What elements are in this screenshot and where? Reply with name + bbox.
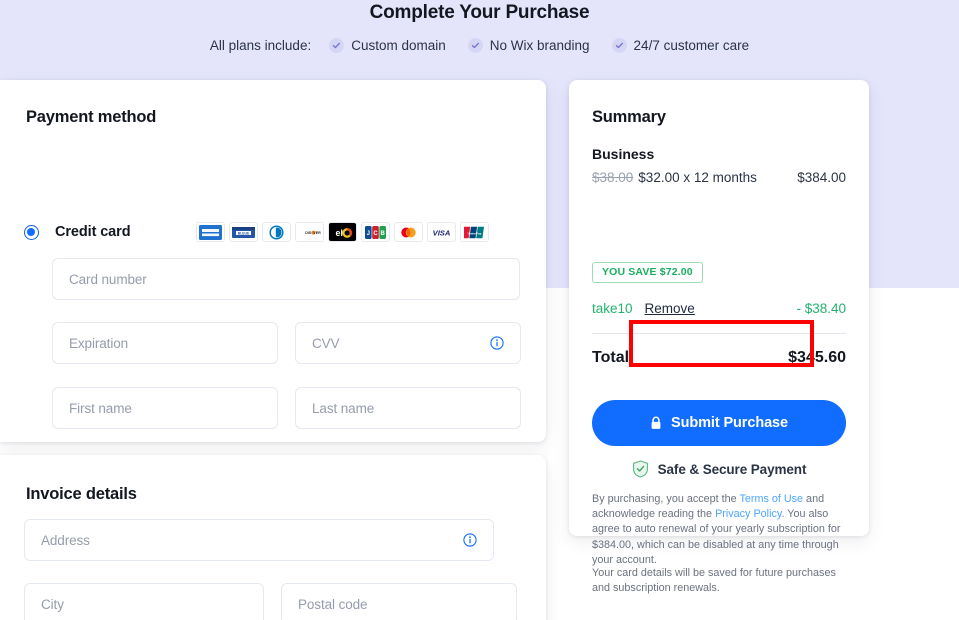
- city-input[interactable]: City: [24, 583, 264, 620]
- card-save-notice: Your card details will be saved for futu…: [592, 567, 836, 595]
- discover-icon: DISC VER: [295, 222, 324, 242]
- last-name-placeholder: Last name: [312, 400, 375, 416]
- credit-card-label: Credit card: [55, 224, 131, 240]
- summary-price-row: $38.00 $32.00 x 12 months $384.00: [592, 170, 846, 185]
- cvv-input[interactable]: CVV: [295, 322, 521, 364]
- svg-text:UnionPay: UnionPay: [468, 231, 482, 235]
- terms-part1: By purchasing, you accept the: [592, 493, 740, 505]
- price-original: $38.00: [592, 170, 634, 185]
- summary-plan-name: Business: [592, 146, 655, 162]
- carte-bleue-icon: BLEUE: [229, 222, 258, 242]
- submit-purchase-label: Submit Purchase: [671, 415, 788, 431]
- plans-include-label: All plans include:: [209, 38, 312, 53]
- page-title: Complete Your Purchase: [369, 2, 590, 23]
- privacy-policy-link[interactable]: Privacy Policy: [715, 508, 781, 520]
- postal-code-placeholder: Postal code: [298, 596, 368, 612]
- svg-text:C: C: [373, 231, 378, 237]
- feature-custom-domain: Custom domain: [329, 38, 446, 53]
- submit-purchase-button[interactable]: Submit Purchase: [592, 400, 846, 446]
- terms-text: By purchasing, you accept the Terms of U…: [592, 492, 850, 568]
- expiration-placeholder: Expiration: [69, 335, 129, 351]
- feature-no-wix-branding: No Wix branding: [467, 38, 590, 53]
- address-placeholder: Address: [41, 532, 90, 548]
- summary-title: Summary: [592, 108, 666, 126]
- unionpay-icon: UnionPay: [460, 222, 489, 242]
- payment-method-title: Payment method: [26, 108, 157, 126]
- american-express-icon: [196, 222, 225, 242]
- summary-card: Summary Business $38.00 $32.00 x 12 mont…: [569, 80, 869, 594]
- feature-label: 24/7 customer care: [633, 38, 750, 53]
- coupon-discount-amount: - $38.40: [796, 301, 846, 316]
- first-name-input[interactable]: First name: [52, 387, 278, 429]
- checkout-page: Complete Your Purchase All plans include…: [0, 0, 959, 620]
- plans-include-row: All plans include: Custom domain No Wix …: [0, 38, 959, 53]
- cvv-info-icon[interactable]: [490, 336, 504, 350]
- price-subtotal: $384.00: [797, 170, 846, 185]
- total-amount: $345.60: [788, 349, 846, 366]
- expiration-input[interactable]: Expiration: [52, 322, 278, 364]
- check-icon: [329, 38, 345, 53]
- coupon-code: take10: [592, 301, 633, 316]
- credit-card-radio[interactable]: [24, 224, 39, 240]
- svg-text:VISA: VISA: [433, 228, 451, 237]
- total-label: Total: [592, 349, 630, 366]
- summary-divider: [592, 333, 846, 334]
- cvv-placeholder: CVV: [312, 335, 340, 351]
- svg-text:BLEUE: BLEUE: [238, 231, 250, 235]
- svg-text:J: J: [367, 231, 370, 237]
- check-icon: [611, 38, 627, 53]
- visa-icon: VISA: [427, 222, 456, 242]
- jcb-icon: JCB: [361, 222, 390, 242]
- coupon-row: take10 Remove - $38.40: [592, 301, 846, 316]
- invoice-details-card: Invoice details Address City Postal code: [0, 455, 546, 620]
- remove-coupon-link[interactable]: Remove: [645, 301, 695, 316]
- terms-of-use-link[interactable]: Terms of Use: [739, 493, 803, 505]
- address-info-icon[interactable]: [463, 533, 477, 547]
- secure-payment-label: Safe & Secure Payment: [657, 461, 807, 477]
- payment-method-card: Payment method Credit card BLEUE DISC VER…: [0, 80, 546, 501]
- city-placeholder: City: [41, 596, 64, 612]
- mastercard-icon: [394, 222, 423, 242]
- feature-label: Custom domain: [351, 38, 446, 53]
- first-name-placeholder: First name: [69, 400, 132, 416]
- diners-club-icon: [262, 222, 291, 242]
- address-input[interactable]: Address: [24, 519, 494, 561]
- total-row: Total $345.60: [592, 349, 846, 367]
- svg-text:VER: VER: [313, 231, 321, 235]
- card-brand-list: BLEUE DISC VER el JCB VISA UnionPay: [196, 222, 489, 242]
- postal-code-input[interactable]: Postal code: [281, 583, 517, 620]
- feature-customer-care: 24/7 customer care: [611, 38, 750, 53]
- you-save-badge: YOU SAVE $72.00: [592, 262, 703, 283]
- lock-icon: [650, 416, 662, 430]
- invoice-details-title: Invoice details: [26, 485, 137, 503]
- elo-icon: el: [328, 222, 357, 242]
- card-number-input[interactable]: Card number: [52, 258, 520, 300]
- shield-check-icon: [632, 460, 649, 478]
- secure-payment-row: Safe & Secure Payment: [592, 460, 846, 478]
- card-number-placeholder: Card number: [69, 271, 147, 287]
- feature-label: No Wix branding: [489, 38, 590, 53]
- last-name-input[interactable]: Last name: [295, 387, 521, 429]
- svg-text:el: el: [336, 228, 343, 238]
- check-icon: [467, 38, 483, 53]
- price-current: $32.00 x 12 months: [638, 170, 757, 185]
- svg-text:B: B: [381, 231, 386, 237]
